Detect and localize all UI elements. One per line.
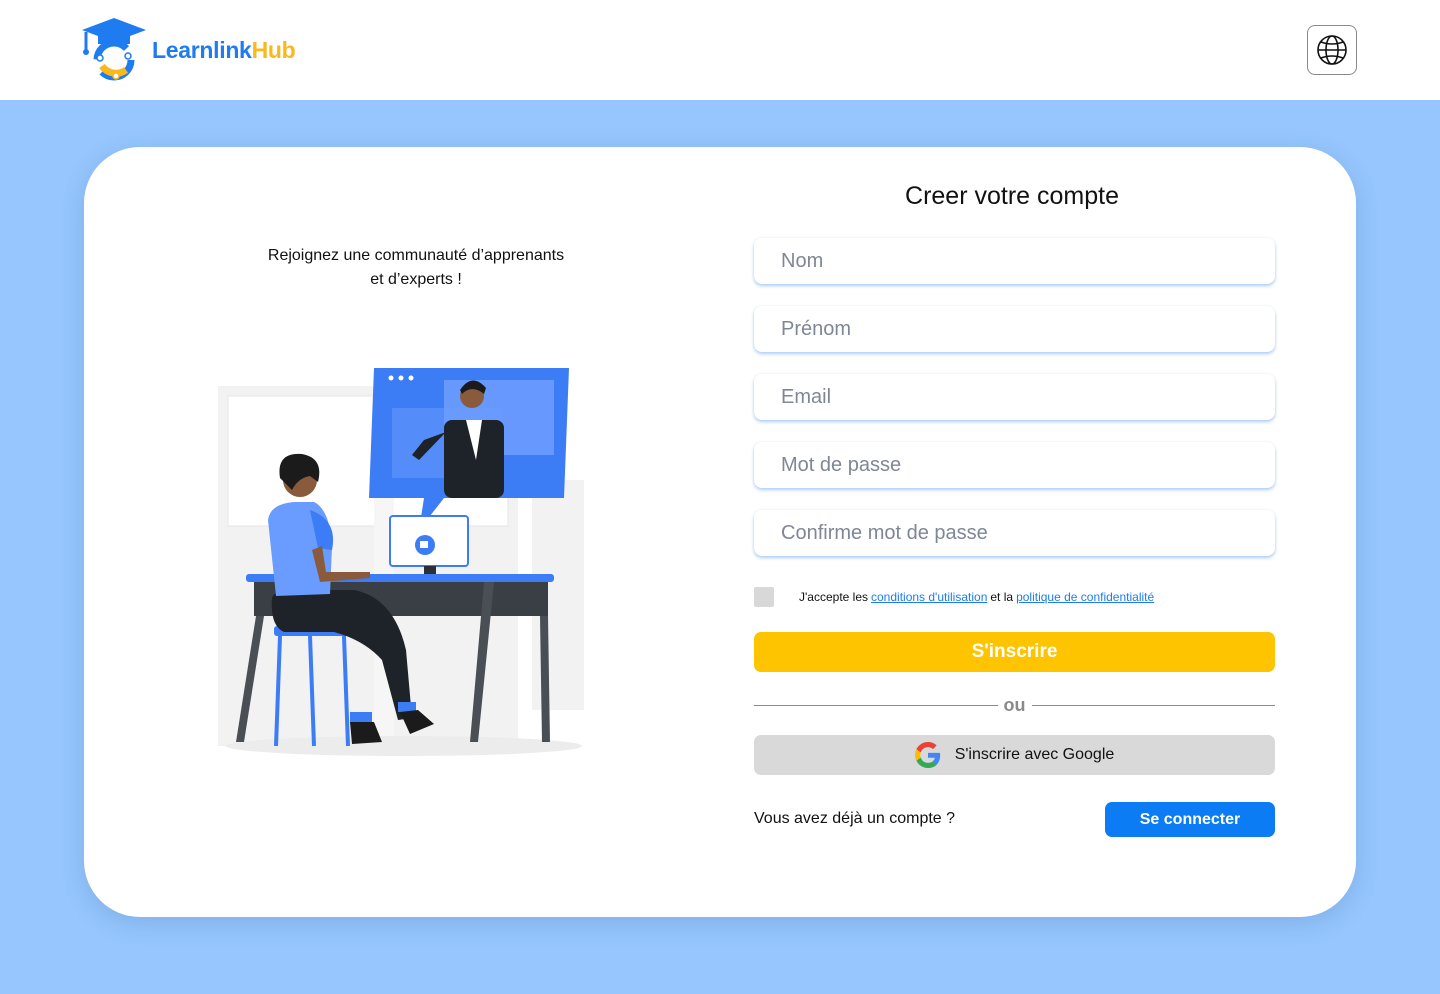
globe-icon — [1317, 35, 1347, 65]
divider-line-left — [754, 704, 998, 706]
online-learning-illustration — [218, 368, 584, 756]
email-input[interactable] — [754, 374, 1275, 420]
brand-logo[interactable]: LearnlinkHub — [80, 16, 320, 84]
tagline: Rejoignez une communauté d’apprenants et… — [216, 244, 616, 292]
graduation-cap-logo-icon — [82, 18, 146, 81]
terms-prefix: J'accepte les — [799, 590, 868, 604]
nom-input[interactable] — [754, 238, 1275, 284]
terms-joiner: et la — [990, 590, 1014, 604]
brand-name: LearnlinkHub — [152, 36, 296, 64]
password-input[interactable] — [754, 442, 1275, 488]
terms-of-use-link[interactable]: conditions d'utilisation — [871, 590, 987, 604]
confirm-password-input[interactable] — [754, 510, 1275, 556]
terms-checkbox[interactable] — [754, 587, 774, 607]
tagline-line-2: et d’experts ! — [370, 271, 462, 288]
signup-button[interactable]: S'inscrire — [754, 632, 1275, 672]
divider-line-right — [1031, 704, 1275, 706]
tagline-line-1: Rejoignez une communauté d’apprenants — [267, 247, 565, 264]
top-header: LearnlinkHub — [0, 0, 1440, 100]
privacy-policy-link[interactable]: politique de confidentialité — [1016, 590, 1154, 604]
login-button[interactable]: Se connecter — [1105, 802, 1275, 837]
google-signup-label: S'inscrire avec Google — [954, 746, 1115, 763]
google-icon — [914, 742, 940, 768]
language-button[interactable] — [1307, 25, 1357, 75]
divider-label: ou — [1003, 694, 1026, 715]
prenom-input[interactable] — [754, 306, 1275, 352]
terms-row: J'accepte les conditions d'utilisation e… — [754, 587, 1154, 607]
have-account-text: Vous avez déjà un compte ? — [754, 810, 956, 827]
or-divider: ou — [754, 694, 1275, 716]
google-signup-button[interactable]: S'inscrire avec Google — [754, 735, 1275, 775]
form-title: Creer votre compte — [905, 182, 1119, 210]
brand-name-part1: Learnlink — [152, 36, 252, 63]
brand-name-part2: Hub — [251, 36, 296, 63]
